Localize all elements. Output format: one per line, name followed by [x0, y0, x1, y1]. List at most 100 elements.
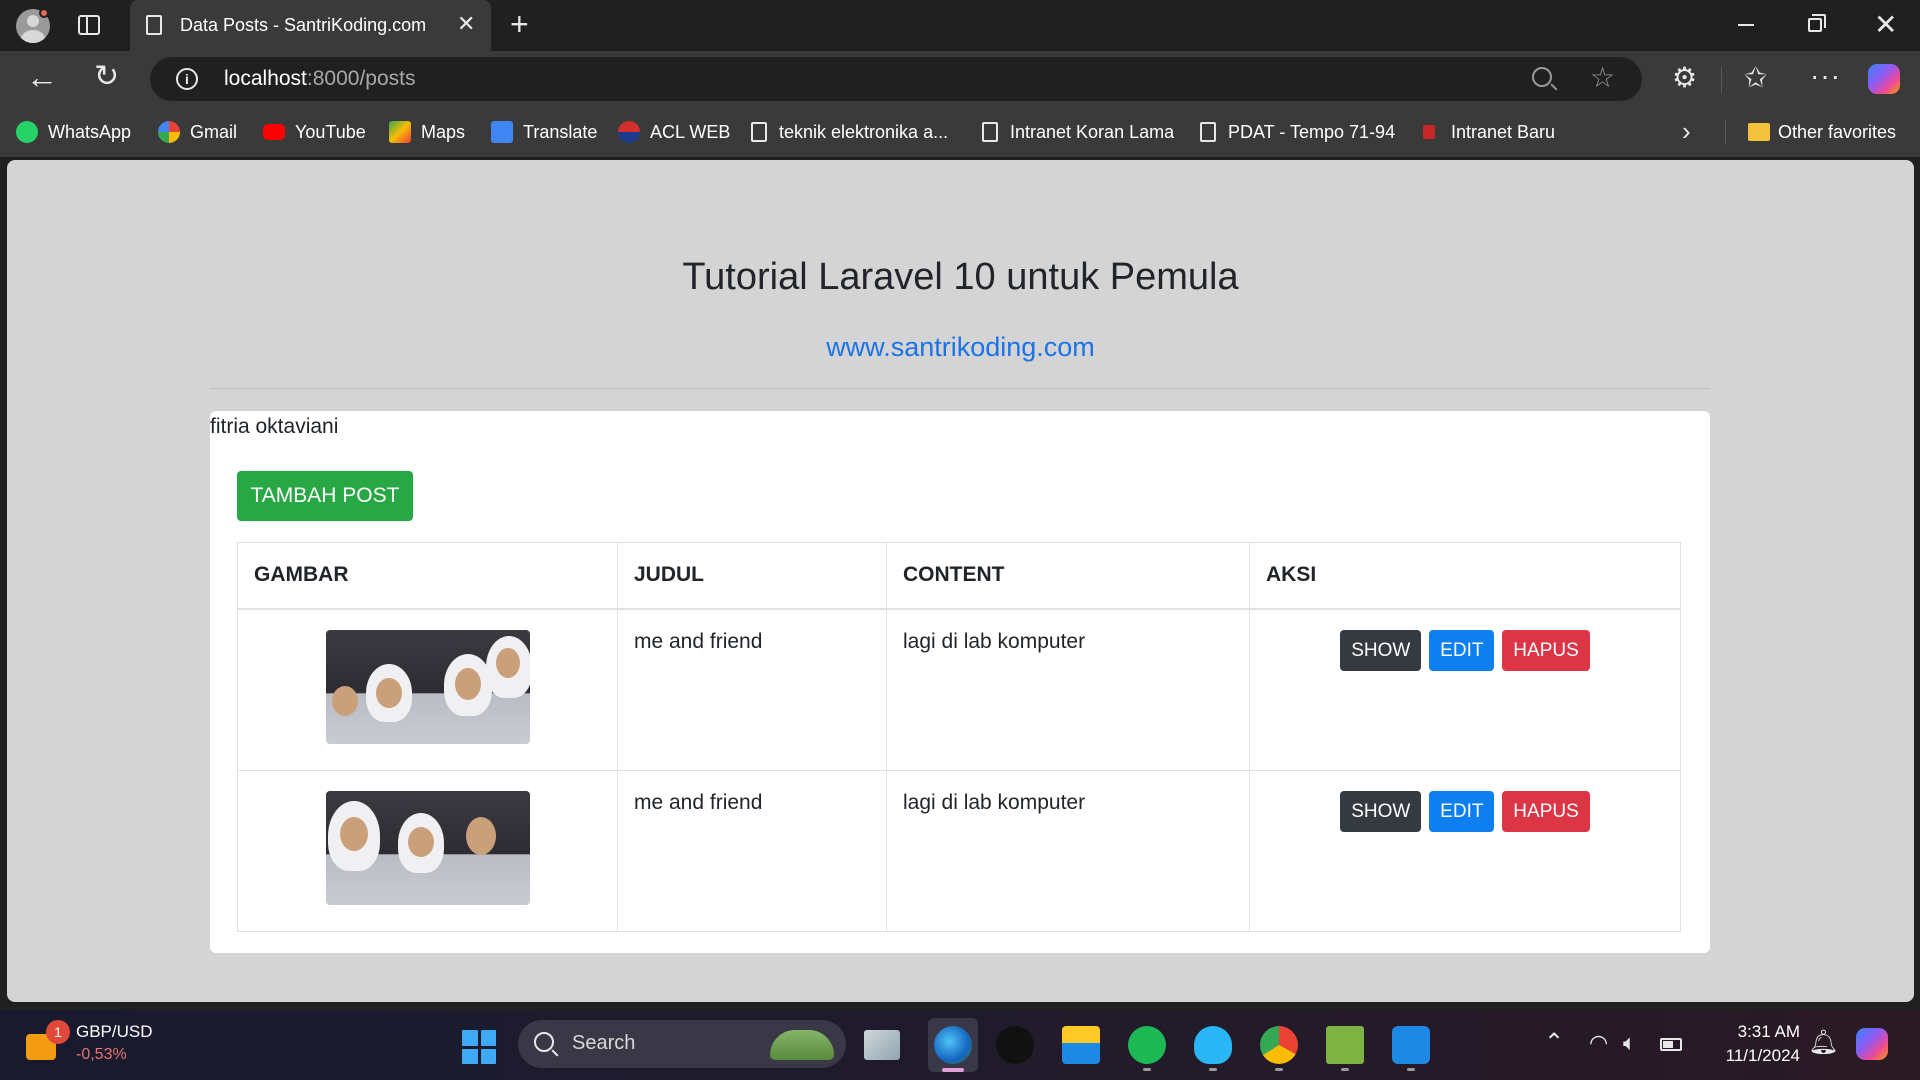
taskbar-search[interactable]: Search [518, 1020, 846, 1068]
active-tab[interactable]: Data Posts - SantriKoding.com ✕ [130, 0, 491, 51]
windows-start-icon[interactable] [462, 1030, 496, 1064]
posts-card: fitria oktaviani TAMBAH POST GAMBAR JUDU… [210, 411, 1710, 953]
youtube-icon [263, 124, 285, 140]
bookmark-intranet-baru[interactable]: Intranet Baru [1423, 120, 1555, 144]
delete-button[interactable]: HAPUS [1502, 790, 1590, 832]
copilot-icon[interactable] [1856, 1028, 1888, 1060]
restore-icon[interactable] [1808, 14, 1826, 32]
bookmark-label: Gmail [190, 121, 238, 142]
maps-icon [389, 121, 411, 143]
bookmark-label: Intranet Baru [1451, 121, 1556, 142]
edit-button[interactable]: EDIT [1429, 629, 1495, 671]
notification-badge: 1 [46, 1020, 70, 1044]
task-view-icon[interactable] [864, 1030, 900, 1060]
edit-button[interactable]: EDIT [1429, 790, 1495, 832]
app-icon[interactable] [1194, 1026, 1232, 1064]
site-info-icon[interactable]: i [176, 68, 198, 90]
bookmark-whatsapp[interactable]: WhatsApp [16, 120, 131, 144]
chrome-icon[interactable] [1260, 1026, 1298, 1064]
page-title: Tutorial Laravel 10 untuk Pemula [682, 256, 1239, 298]
bookmark-youtube[interactable]: YouTube [263, 120, 366, 144]
spotify-icon[interactable] [1128, 1026, 1166, 1064]
wifi-icon[interactable]: ◠ [1589, 1030, 1608, 1056]
image-cell [237, 608, 618, 771]
translate-icon [491, 121, 513, 143]
bookmark-gmail[interactable]: Gmail [158, 120, 237, 144]
search-icon [534, 1032, 554, 1052]
battery-icon[interactable] [1660, 1038, 1682, 1051]
show-button[interactable]: SHOW [1340, 790, 1422, 832]
bookmark-maps[interactable]: Maps [389, 120, 465, 144]
table-row: me and friend lagi di lab komputer SHOW … [237, 608, 1681, 771]
edge-browser-icon[interactable] [934, 1026, 972, 1064]
tab-title: Data Posts - SantriKoding.com [180, 15, 427, 35]
close-window-icon[interactable]: ✕ [1874, 10, 1897, 40]
table-row: me and friend lagi di lab komputer SHOW … [237, 769, 1681, 932]
zoom-out-icon[interactable] [1532, 67, 1552, 87]
vscode-icon[interactable] [1392, 1026, 1430, 1064]
reload-icon[interactable]: ↻ [94, 60, 119, 94]
judul-cell: me and friend [617, 769, 887, 932]
column-header-aksi: AKSI [1249, 542, 1681, 610]
chevron-up-icon[interactable]: ⌃ [1544, 1028, 1564, 1057]
bookmark-label: ACL WEB [650, 121, 731, 142]
column-header-gambar: GAMBAR [237, 542, 618, 610]
bookmark-label: YouTube [295, 121, 366, 142]
back-arrow-icon[interactable]: ← [26, 59, 58, 95]
bookmark-pdat-tempo[interactable]: PDAT - Tempo 71-94 [1200, 120, 1395, 144]
google-icon [158, 121, 180, 143]
page-viewport: Tutorial Laravel 10 untuk Pemula www.san… [7, 160, 1914, 1002]
volume-icon[interactable]: 🔈︎ [1623, 1030, 1636, 1056]
header-divider [210, 388, 1710, 389]
extensions-icon[interactable]: ⚙ [1672, 61, 1697, 95]
clock-date[interactable]: 11/1/2024 [1700, 1046, 1800, 1066]
delete-button[interactable]: HAPUS [1502, 629, 1590, 671]
stock-value[interactable]: -0,53% [76, 1046, 127, 1064]
tab-actions-icon[interactable] [78, 15, 100, 35]
user-name: fitria oktaviani [210, 415, 339, 438]
bookmarks-divider [1725, 121, 1726, 145]
xampp-icon[interactable] [1326, 1026, 1364, 1064]
bookmark-teknik-elektronika[interactable]: teknik elektronika a... [751, 120, 948, 144]
bookmark-label: Intranet Koran Lama [1010, 121, 1175, 142]
file-explorer-icon[interactable] [1062, 1026, 1100, 1064]
active-indicator [942, 1068, 964, 1072]
add-post-button[interactable]: TAMBAH POST [237, 471, 413, 521]
site-link[interactable]: www.santrikoding.com [7, 332, 1914, 363]
minimize-icon[interactable] [1738, 24, 1754, 26]
favorites-icon[interactable]: ✩ [1744, 61, 1767, 95]
address-bar[interactable]: i localhost:8000/posts ☆ [150, 57, 1642, 101]
posts-table: GAMBAR JUDUL CONTENT AKSI me and friend … [237, 542, 1681, 932]
more-options-icon[interactable]: ··· [1810, 61, 1841, 91]
column-header-content: CONTENT [886, 542, 1250, 610]
search-highlight-image [770, 1030, 834, 1060]
favorite-star-icon[interactable]: ☆ [1590, 61, 1615, 95]
stock-name[interactable]: GBP/USD [76, 1022, 153, 1042]
show-button[interactable]: SHOW [1340, 629, 1422, 671]
bookmark-acl-web[interactable]: ACL WEB [618, 120, 730, 144]
toolbar-divider [1721, 67, 1722, 93]
tab-close-icon[interactable]: ✕ [457, 12, 475, 36]
bookmark-translate[interactable]: Translate [491, 120, 597, 144]
tiktok-icon[interactable] [996, 1026, 1034, 1064]
title-bar: Data Posts - SantriKoding.com ✕ + ✕ [0, 0, 1920, 51]
taskbar: 1 GBP/USD -0,53% Search ⌃ ◠ 🔈︎ 3:31 AM 1… [0, 1010, 1920, 1080]
bookmark-label: WhatsApp [48, 121, 132, 142]
post-image [325, 790, 530, 905]
clock-time[interactable]: 3:31 AM [1700, 1022, 1800, 1042]
chevron-right-icon[interactable]: › [1682, 117, 1691, 145]
bookmark-label: Maps [421, 121, 466, 142]
new-tab-button[interactable]: + [510, 8, 529, 40]
notification-bell-icon[interactable]: 🔔︎ [1808, 1028, 1838, 1057]
copilot-icon[interactable] [1868, 64, 1900, 94]
bookmark-intranet-koran-lama[interactable]: Intranet Koran Lama [982, 120, 1174, 144]
url-host: localhost [224, 67, 307, 90]
other-favorites-folder[interactable]: Other favorites [1748, 120, 1896, 144]
url-text[interactable]: localhost:8000/posts [224, 67, 415, 91]
folder-icon [1748, 123, 1770, 141]
bookmark-label: PDAT - Tempo 71-94 [1228, 121, 1396, 142]
image-cell [237, 769, 618, 932]
actions-cell: SHOW EDIT HAPUS [1249, 769, 1681, 932]
content-cell: lagi di lab komputer [886, 769, 1250, 932]
url-path: :8000/posts [306, 67, 416, 90]
